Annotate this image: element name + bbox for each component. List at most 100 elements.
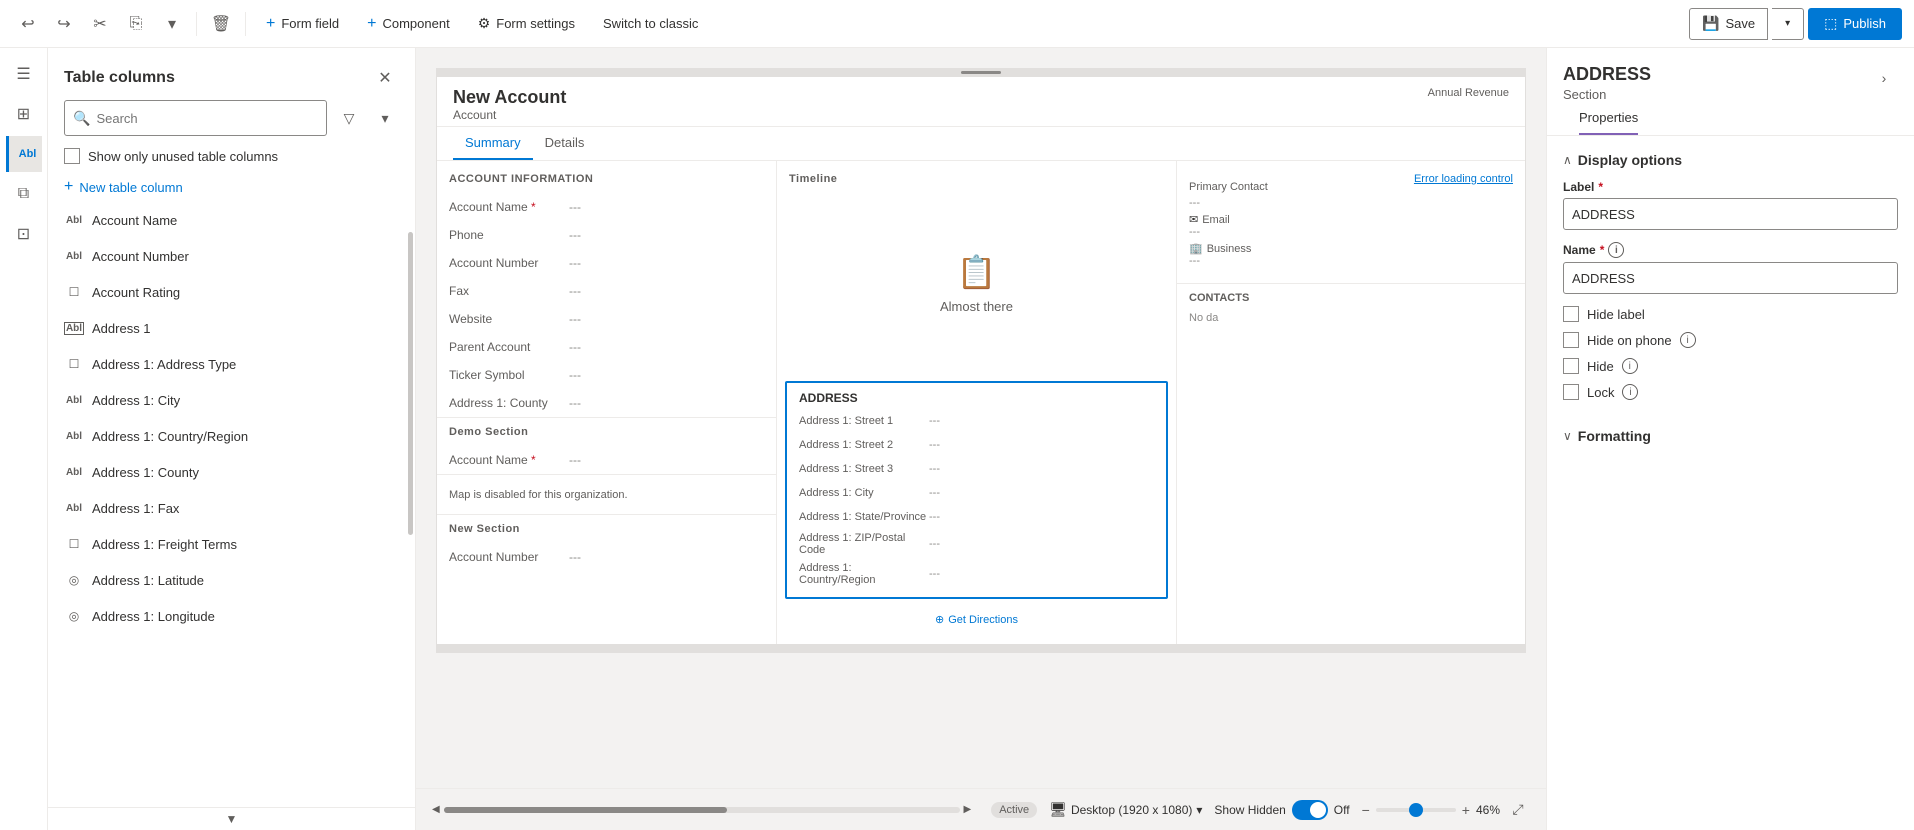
canvas-scroll[interactable]: New Account Account Annual Revenue Summa…	[416, 48, 1546, 788]
unused-checkbox[interactable]	[64, 148, 80, 164]
label-input[interactable]	[1563, 198, 1898, 230]
form-settings-button[interactable]: ⚙ Form settings	[466, 8, 587, 40]
panel-main-title: ADDRESS	[1563, 64, 1870, 85]
hide-on-phone-checkbox[interactable]	[1563, 332, 1579, 348]
canvas-bottom-handle[interactable]	[436, 645, 1526, 653]
list-item[interactable]: ☐ Address 1: Address Type	[48, 346, 415, 382]
show-hidden-toggle[interactable]	[1292, 800, 1328, 820]
zoom-slider[interactable]	[1376, 808, 1456, 812]
timeline-icon: 📋	[957, 253, 997, 291]
hide-on-phone-label: Hide on phone	[1587, 333, 1672, 348]
sort-icon[interactable]: ▾	[371, 104, 399, 132]
map-text: Map is disabled for this organization.	[449, 489, 628, 501]
field-row: Website ---	[437, 305, 776, 333]
scroll-indicator	[408, 232, 413, 535]
horizontal-scrollbar[interactable]	[444, 807, 960, 813]
zoom-in-button[interactable]: +	[1462, 802, 1470, 818]
save-dropdown-button[interactable]: ▾	[1772, 8, 1804, 40]
list-item[interactable]: ◎ Address 1: Longitude	[48, 598, 415, 634]
settings-icon: ⚙	[478, 15, 491, 32]
nav-menu-icon[interactable]: ☰	[6, 56, 42, 92]
text-icon: Abl	[64, 498, 84, 518]
field-value: ---	[569, 256, 581, 270]
nav-text-field-icon[interactable]: Abl	[6, 136, 42, 172]
new-table-column-button[interactable]: + New table column	[48, 172, 415, 202]
list-item[interactable]: Abl Address 1: City	[48, 382, 415, 418]
info-icon-4[interactable]: i	[1622, 384, 1638, 400]
field-label: Account Name *	[449, 453, 569, 467]
search-input[interactable]	[96, 111, 318, 126]
hidden-toggle-label: Off	[1334, 803, 1350, 817]
column-label: Address 1	[92, 321, 151, 336]
list-item[interactable]: ☐ Account Rating	[48, 274, 415, 310]
fit-to-screen-button[interactable]: ⤢	[1506, 798, 1530, 822]
filter-icon[interactable]: ▽	[335, 104, 363, 132]
switch-classic-button[interactable]: Switch to classic	[591, 8, 710, 40]
delete-button[interactable]: 🗑	[205, 8, 237, 40]
chevron-up-icon[interactable]: ∧	[1563, 153, 1572, 167]
sidebar-close-button[interactable]: ✕	[371, 64, 399, 92]
info-icon[interactable]: i	[1608, 242, 1624, 258]
list-item[interactable]: Abl Account Number	[48, 238, 415, 274]
list-item[interactable]: ☐ Address 1: Freight Terms	[48, 526, 415, 562]
scroll-left-button[interactable]: ◀	[432, 804, 440, 815]
lock-checkbox[interactable]	[1563, 384, 1579, 400]
canvas-top-handle[interactable]	[436, 68, 1526, 76]
tab-properties[interactable]: Properties	[1579, 102, 1638, 135]
nav-layers-icon[interactable]: ⧉	[6, 176, 42, 212]
business-label: Business	[1207, 243, 1252, 255]
field-value: ---	[569, 228, 581, 242]
scroll-thumb	[444, 807, 728, 813]
copy-button[interactable]: ⎘	[120, 8, 152, 40]
list-item[interactable]: Abl Account Name	[48, 202, 415, 238]
timeline-text: Almost there	[940, 299, 1013, 314]
zoom-out-button[interactable]: −	[1362, 802, 1370, 818]
chevron-down-icon-format[interactable]: ∨	[1563, 429, 1572, 443]
hide-label-checkbox[interactable]	[1563, 306, 1579, 322]
info-icon-2[interactable]: i	[1680, 332, 1696, 348]
nav-grid-icon[interactable]: ⊞	[6, 96, 42, 132]
timeline-area: 📋 Almost there	[777, 193, 1176, 373]
cut-button[interactable]: ✂	[84, 8, 116, 40]
scroll-right-button[interactable]: ▶	[964, 804, 972, 815]
list-item[interactable]: Abl Address 1: Fax	[48, 490, 415, 526]
email-label: Email	[1202, 214, 1230, 226]
field-value: ---	[569, 550, 581, 564]
timeline-title: Timeline	[777, 173, 1176, 193]
primary-contact-area: Primary Contact --- ✉ Email --- 🏢 Busine…	[1177, 173, 1525, 275]
address-section[interactable]: ADDRESS Address 1: Street 1 --- Address …	[785, 381, 1168, 599]
get-directions-button[interactable]: ⊕ Get Directions	[935, 613, 1018, 626]
add-form-field-button[interactable]: + Form field	[254, 8, 351, 40]
dropdown-button[interactable]: ▾	[156, 8, 188, 40]
hide-checkbox[interactable]	[1563, 358, 1579, 374]
redo-button[interactable]: ↪	[48, 8, 80, 40]
scroll-down-button[interactable]: ▼	[226, 812, 238, 826]
list-item[interactable]: Abl Address 1	[48, 310, 415, 346]
tab-details[interactable]: Details	[533, 127, 597, 160]
new-section-title: New Section	[437, 523, 776, 543]
error-loading-control[interactable]: Error loading control	[1414, 173, 1513, 185]
panel-expand-button[interactable]: ›	[1870, 64, 1898, 92]
add-component-button[interactable]: + Component	[355, 8, 462, 40]
column-label: Address 1: Fax	[92, 501, 179, 516]
formatting-group[interactable]: ∨ Formatting	[1563, 416, 1898, 444]
save-button[interactable]: 💾 Save	[1689, 8, 1768, 40]
checkbox-icon: ☐	[64, 282, 84, 302]
field-label: Account Name *	[449, 200, 569, 214]
list-item[interactable]: Abl Address 1: County	[48, 454, 415, 490]
list-item[interactable]: ◎ Address 1: Latitude	[48, 562, 415, 598]
field-row: Account Number ---	[437, 249, 776, 277]
info-icon-3[interactable]: i	[1622, 358, 1638, 374]
nav-component-icon[interactable]: ⊡	[6, 216, 42, 252]
name-input[interactable]	[1563, 262, 1898, 294]
field-row: Account Number ---	[437, 543, 776, 571]
column-label: Account Rating	[92, 285, 180, 300]
field-value: ---	[569, 284, 581, 298]
column-label: Address 1: Freight Terms	[92, 537, 237, 552]
tab-summary[interactable]: Summary	[453, 127, 533, 160]
desktop-selector[interactable]: 🖥 Desktop (1920 x 1080) ▾	[1049, 801, 1202, 818]
undo-button[interactable]: ↩	[12, 8, 44, 40]
list-item[interactable]: Abl Address 1: Country/Region	[48, 418, 415, 454]
publish-button[interactable]: ⬚ Publish	[1808, 8, 1902, 40]
required-star: *	[1598, 180, 1603, 194]
